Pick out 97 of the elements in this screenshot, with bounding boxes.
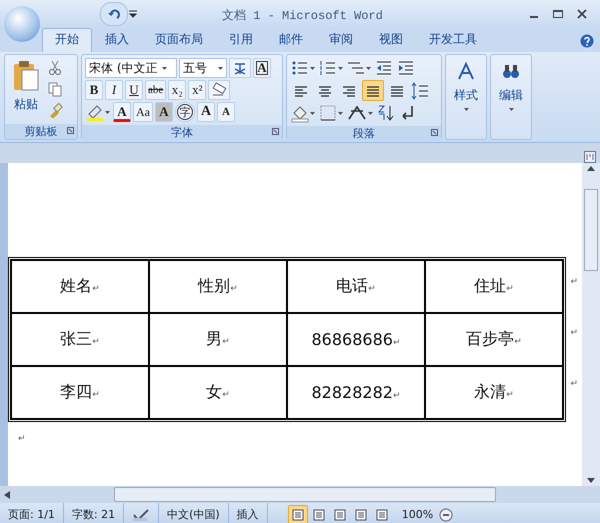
paragraph-mark: ↵ (92, 390, 100, 400)
help-icon[interactable] (580, 34, 594, 48)
paragraph-mark: ↵ (514, 337, 522, 347)
font-name-field[interactable]: 宋体 (中文正 (85, 58, 177, 78)
ribbon-tab[interactable]: 开发工具 (416, 28, 490, 52)
scroll-up-icon[interactable] (587, 165, 595, 171)
page-view-icon (334, 508, 346, 520)
table-cell-text: 住址 (474, 276, 506, 295)
caret-icon (464, 108, 468, 111)
scissors-icon[interactable] (47, 60, 63, 76)
scroll-thumb[interactable] (584, 188, 598, 270)
table-cell-text: 男 (206, 329, 222, 348)
group-label: 剪贴板 (24, 124, 58, 139)
vertical-scrollbar[interactable] (582, 163, 600, 486)
superscript-button[interactable]: x² (188, 80, 206, 100)
borders-icon[interactable] (318, 103, 344, 123)
language-indicator[interactable]: 中文(中国) (159, 503, 229, 523)
underline-button[interactable]: U (125, 80, 143, 100)
row-end-mark: ↵ (570, 379, 578, 389)
paragraph-mark: ↵ (506, 284, 514, 294)
ruler-toggle-icon[interactable] (584, 151, 596, 163)
ribbon-tab[interactable]: 邮件 (266, 28, 316, 52)
proofing-icon[interactable] (132, 508, 150, 522)
grow-font-button[interactable]: A (197, 102, 215, 122)
enclose-characters-button[interactable]: 字 (175, 102, 195, 122)
page-count[interactable]: 页面: 1/1 (0, 503, 64, 523)
table-cell-text: 82828282 (312, 383, 393, 402)
clear-formatting-icon[interactable] (208, 80, 230, 100)
paragraph-mark: ↵ (222, 337, 230, 347)
zoom-out-icon[interactable] (439, 508, 454, 522)
table-cell-text: 李四 (60, 382, 92, 401)
word-count[interactable]: 字数: 21 (64, 503, 124, 523)
table-cell-text: 女 (206, 382, 222, 401)
paste-button[interactable]: 粘贴 (8, 58, 44, 121)
paragraph-mark: ↵ (368, 284, 376, 294)
strikethrough-button[interactable]: abe (145, 80, 166, 100)
table-cell-text: 电话 (336, 276, 368, 295)
table-cell-text: 86868686 (312, 330, 393, 349)
ribbon-tab[interactable]: 插入 (92, 28, 142, 52)
group-label: 段落 (353, 126, 375, 141)
undo-icon[interactable] (107, 7, 121, 21)
ribbon-tab[interactable]: 开始 (42, 28, 92, 52)
font-size-field[interactable]: 五号 (179, 58, 227, 78)
sort-icon[interactable] (376, 103, 396, 123)
row-end-mark: ↵ (570, 277, 578, 287)
page-view-icon (292, 508, 304, 520)
caret-icon (508, 108, 514, 111)
paragraph-mark: ↵ (222, 390, 230, 400)
ribbon-tab[interactable]: 视图 (366, 28, 416, 52)
scroll-down-icon[interactable] (587, 478, 595, 484)
table-cell-text: 百步亭 (466, 329, 514, 348)
paragraph-mark: ↵ (92, 284, 100, 294)
paragraph-mark: ↵ (392, 338, 400, 348)
table-cell-text: 永清 (474, 382, 506, 401)
table-cell-text: 性别 (198, 276, 230, 295)
paragraph-mark: ↵ (392, 391, 400, 401)
shrink-font-button[interactable]: A (217, 102, 235, 122)
paragraph-mark: ↵ (230, 284, 238, 294)
paragraph-mark: ↵ (92, 337, 100, 347)
maximize-icon[interactable] (552, 8, 564, 20)
subscript-button[interactable]: x₂ (168, 80, 186, 100)
copy-icon[interactable] (47, 81, 63, 97)
dialog-launcher-icon[interactable] (431, 129, 438, 136)
character-shading-button[interactable]: A (155, 102, 173, 122)
align-button[interactable] (362, 80, 384, 101)
character-border-button[interactable]: A (253, 58, 271, 78)
paragraph-mark: ↵ (18, 434, 27, 444)
bold-button[interactable]: B (85, 80, 103, 100)
phonetic-guide-icon[interactable] (229, 58, 251, 78)
ribbon-tab[interactable]: 页面布局 (142, 28, 216, 52)
dialog-launcher-icon[interactable] (67, 127, 74, 134)
caret-icon (218, 66, 223, 70)
ribbon-tab[interactable]: 审阅 (316, 28, 366, 52)
italic-button[interactable]: I (105, 80, 123, 100)
group-label: 字体 (171, 125, 193, 140)
row-end-mark: ↵ (570, 328, 578, 338)
scroll-thumb[interactable] (114, 487, 496, 502)
table-cell-text: 张三 (60, 329, 92, 348)
table-cell-text: 姓名 (60, 276, 92, 295)
zoom-level[interactable]: 100% (402, 508, 434, 521)
horizontal-scrollbar[interactable] (0, 486, 600, 503)
numbering-icon[interactable] (318, 58, 344, 78)
clipboard-icon (12, 60, 40, 92)
insert-mode-indicator[interactable]: 插入 (228, 503, 268, 523)
ribbon-tab[interactable]: 引用 (216, 28, 266, 52)
font-color-button[interactable]: A (113, 102, 131, 122)
window-title: 文档 1 - Microsoft Word (222, 8, 383, 24)
page-view-icon (312, 508, 325, 520)
dialog-launcher-icon[interactable] (272, 128, 279, 135)
page-view-icon (376, 508, 388, 520)
close-icon[interactable] (576, 8, 588, 20)
customize-icon[interactable] (128, 9, 138, 19)
change-case-button[interactable]: Aa (133, 102, 153, 122)
page-view-icon (354, 508, 367, 520)
caret-icon (162, 66, 166, 70)
view-button[interactable] (288, 504, 308, 523)
paragraph-mark: ↵ (506, 390, 514, 400)
